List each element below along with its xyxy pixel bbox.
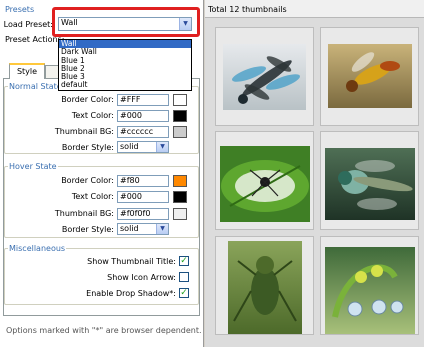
- normal-text-color-input[interactable]: #000: [117, 110, 169, 122]
- thumbnail-image[interactable]: [223, 44, 306, 110]
- show-title-label: Show Thumbnail Title:: [87, 257, 176, 266]
- wasp-icon: [346, 52, 400, 92]
- normal-state-title: Normal State: [8, 82, 63, 91]
- highlight-callout: [52, 7, 200, 37]
- hover-border-style-value: solid: [120, 224, 139, 233]
- normal-border-style-value: solid: [120, 142, 139, 151]
- hover-border-color-swatch[interactable]: [173, 175, 187, 187]
- show-icon-checkbox[interactable]: [179, 272, 189, 282]
- gallery-header: Total 12 thumbnails: [205, 0, 424, 18]
- normal-thumb-bg-label: Thumbnail BG:: [54, 127, 114, 136]
- dragonfly-green-icon: [338, 160, 413, 210]
- show-icon-label: Show Icon Arrow:: [107, 273, 176, 282]
- thumbnail-image[interactable]: [220, 146, 310, 222]
- normal-text-color-swatch[interactable]: [173, 110, 187, 122]
- normal-border-color-label: Border Color:: [61, 95, 114, 104]
- misc-title: Miscellaneous: [8, 244, 67, 253]
- tab-style[interactable]: Style: [9, 63, 45, 79]
- thumbnail-image[interactable]: [325, 247, 415, 334]
- thumbnail-cell[interactable]: [215, 236, 314, 335]
- chevron-down-icon[interactable]: ▼: [156, 142, 168, 152]
- hover-thumb-bg-swatch[interactable]: [173, 208, 187, 220]
- thumbnail-cell[interactable]: [320, 131, 419, 230]
- normal-thumb-bg-swatch[interactable]: [173, 126, 187, 138]
- preset-option-default[interactable]: default: [59, 81, 191, 90]
- drop-shadow-checkbox[interactable]: ✓: [179, 288, 189, 298]
- thumbnail-cell[interactable]: [215, 27, 314, 126]
- presets-section-title: Presets: [5, 5, 35, 14]
- show-title-checkbox[interactable]: ✓: [179, 256, 189, 266]
- hover-thumb-bg-input[interactable]: #f0f0f0: [117, 208, 169, 220]
- hover-border-style-select[interactable]: solid ▼: [117, 223, 169, 235]
- thumbnail-gallery: Total 12 thumbnails: [205, 0, 424, 347]
- thumbnail-image[interactable]: [325, 148, 415, 220]
- thumbnail-image[interactable]: [328, 44, 412, 108]
- thumbnail-cell[interactable]: [320, 27, 419, 126]
- normal-thumb-bg-input[interactable]: #cccccc: [117, 126, 169, 138]
- plant-droplets-icon: [332, 264, 404, 318]
- normal-text-color-label: Text Color:: [71, 111, 114, 120]
- thumbnail-cell[interactable]: [320, 236, 419, 335]
- normal-border-style-label: Border Style:: [61, 143, 114, 152]
- normal-border-color-input[interactable]: #FFF: [117, 94, 169, 106]
- hover-text-color-input[interactable]: #000: [117, 191, 169, 203]
- hover-border-style-label: Border Style:: [61, 225, 114, 234]
- normal-border-style-select[interactable]: solid ▼: [117, 141, 169, 153]
- dragonfly-blue-icon: [231, 56, 301, 104]
- hover-border-color-input[interactable]: #f80: [117, 175, 169, 187]
- preset-dropdown-list[interactable]: Wall Dark Wall Blue 1 Blue 2 Blue 3 defa…: [58, 39, 192, 91]
- normal-border-color-swatch[interactable]: [173, 94, 187, 106]
- grasshopper-icon: [233, 256, 297, 322]
- hover-text-color-swatch[interactable]: [173, 191, 187, 203]
- drop-shadow-label: Enable Drop Shadow*:: [86, 289, 176, 298]
- hover-text-color-label: Text Color:: [71, 192, 114, 201]
- footnote: Options marked with "*" are browser depe…: [6, 326, 202, 335]
- thumbnail-cell[interactable]: [215, 131, 314, 230]
- settings-panel: Presets Load Preset: Wall ▼ Preset Actio…: [0, 0, 204, 347]
- hover-border-color-label: Border Color:: [61, 176, 114, 185]
- hover-thumb-bg-label: Thumbnail BG:: [54, 209, 114, 218]
- chevron-down-icon[interactable]: ▼: [156, 224, 168, 234]
- hover-state-title: Hover State: [8, 162, 58, 171]
- load-preset-label: Load Preset:: [3, 20, 53, 29]
- thumbnail-image[interactable]: [228, 241, 302, 334]
- leaf-insect-icon: [221, 160, 309, 212]
